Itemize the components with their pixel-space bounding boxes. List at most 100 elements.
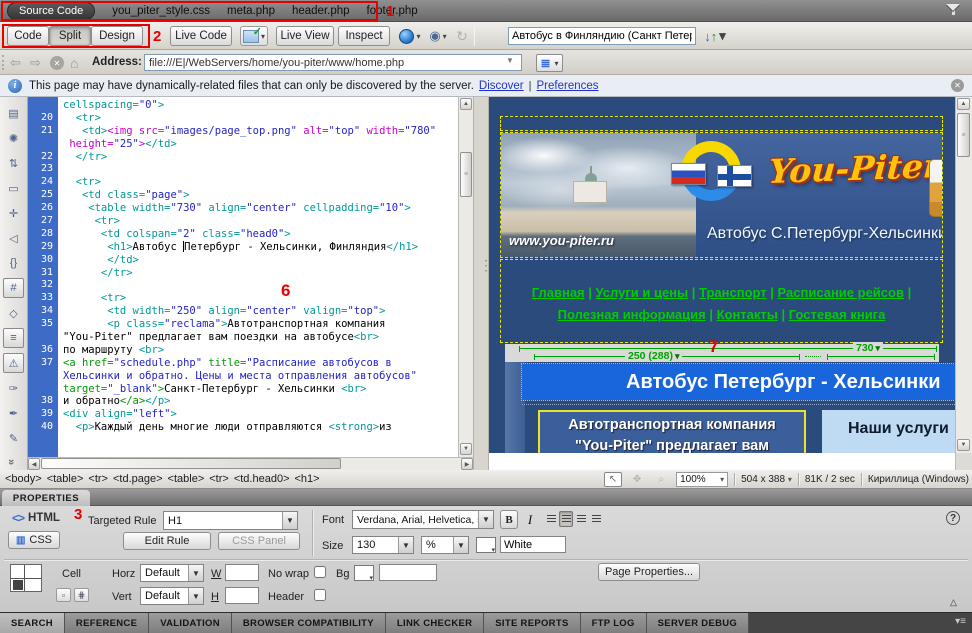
scroll-down-icon[interactable]: ▼ [957, 439, 970, 451]
magnification-dropdown[interactable]: 100%▾ [676, 472, 728, 487]
code-editor[interactable]: cellspacing="0">20 <tr>21 <td><img src="… [28, 99, 458, 455]
properties-tab[interactable]: PROPERTIES [2, 490, 90, 506]
window-size-dropdown[interactable]: 504 x 388 ▾ [741, 474, 792, 485]
code-hscroll-thumb[interactable] [41, 458, 341, 469]
scroll-up-icon[interactable]: ▲ [957, 98, 970, 110]
scroll-up-icon[interactable]: ▲ [460, 98, 472, 110]
code-navigator-icon[interactable]: ✺ [3, 128, 24, 148]
results-tab-reference[interactable]: REFERENCE [65, 613, 149, 633]
address-input[interactable] [144, 54, 522, 71]
tag-selector-item[interactable]: <table> [168, 473, 205, 485]
collapse-selection-icon[interactable]: ▭ [3, 178, 24, 198]
page-heading-banner[interactable]: Автобус Петербург - Хельсинки [522, 364, 955, 400]
align-justify-button[interactable] [589, 511, 603, 527]
site-nav-link[interactable]: Контакты [717, 307, 778, 322]
forward-arrow-icon[interactable]: ⇨ [30, 55, 41, 71]
size-unit-dropdown[interactable]: %▼ [421, 536, 469, 554]
source-code-tab[interactable]: Source Code [7, 2, 95, 20]
results-tab-ftp-log[interactable]: FTP LOG [581, 613, 647, 633]
scroll-down-icon[interactable]: ▼ [460, 443, 472, 455]
horz-dropdown[interactable]: Default▼ [140, 564, 204, 582]
show-more-icon[interactable]: » [5, 459, 17, 465]
results-tab-validation[interactable]: VALIDATION [149, 613, 232, 633]
visual-aids-button[interactable]: ▾ [426, 26, 450, 46]
hand-tool-button[interactable]: ✥ [628, 472, 646, 487]
tag-selector-item[interactable]: <h1> [295, 473, 320, 485]
services-header-box[interactable]: Наши услуги [822, 410, 955, 453]
inspect-button[interactable]: Inspect [338, 26, 390, 46]
code-horizontal-scrollbar[interactable]: ◀ ▶ [28, 457, 473, 470]
split-cell-button[interactable]: ⋕ [74, 588, 89, 602]
align-left-button[interactable] [544, 511, 558, 527]
results-tab-site-reports[interactable]: SITE REPORTS [484, 613, 580, 633]
header-checkbox[interactable] [314, 589, 326, 601]
back-arrow-icon[interactable]: ⇦ [10, 55, 21, 71]
align-right-button[interactable] [574, 511, 588, 527]
cell-height-input[interactable] [225, 587, 259, 604]
syntax-error-alerts-icon[interactable]: ⚠ [3, 353, 24, 373]
tag-selector-item[interactable]: <td.page> [113, 473, 163, 485]
text-color-swatch[interactable] [476, 537, 496, 553]
column-width-line-right[interactable] [827, 356, 935, 357]
site-header-image[interactable]: You-Piter Автобус С.Петербург-Хельсинки … [500, 132, 943, 258]
scroll-left-icon[interactable]: ◀ [28, 458, 40, 470]
related-file-tab[interactable]: footer.php [367, 5, 418, 17]
results-tab-search[interactable]: SEARCH [0, 613, 65, 633]
design-scroll-thumb[interactable]: ≡ [957, 113, 970, 157]
site-nav-link[interactable]: Расписание рейсов [778, 285, 904, 300]
apply-comment-icon[interactable]: ✑ [3, 378, 24, 398]
related-file-tab[interactable]: meta.php [227, 5, 275, 17]
site-nav-link[interactable]: Полезная информация [558, 307, 706, 322]
column-width-250-label[interactable]: 250 (288) [625, 350, 682, 362]
results-tab-browser-compatibility[interactable]: BROWSER COMPATIBILITY [232, 613, 386, 633]
edit-rule-button[interactable]: Edit Rule [123, 532, 211, 550]
bg-color-input[interactable] [379, 564, 437, 581]
remove-comment-icon[interactable]: ✒ [3, 403, 24, 423]
bg-color-swatch[interactable] [354, 565, 374, 581]
address-dropdown-icon[interactable]: ▼ [506, 56, 514, 65]
open-documents-icon[interactable]: ▤ [3, 103, 24, 123]
site-navigation-region[interactable]: Главная | Услуги и цены | Транспорт | Ра… [500, 259, 943, 343]
panel-menu-icon[interactable]: ▾≡ [955, 616, 966, 627]
highlight-invalid-code-icon[interactable]: ◇ [3, 303, 24, 323]
collapse-full-tag-icon[interactable]: ⇅ [3, 153, 24, 173]
code-view-button[interactable]: Code [7, 26, 49, 46]
table-width-730-label[interactable]: 730 [853, 342, 883, 354]
live-view-button[interactable]: Live View [276, 26, 334, 46]
preview-in-browser-button[interactable]: ▾ [398, 26, 422, 46]
targeted-rule-dropdown[interactable]: H1▼ [163, 511, 298, 530]
html-mode-button[interactable]: <>HTML [12, 511, 60, 525]
select-tool-button[interactable]: ↖ [604, 472, 622, 487]
text-color-input[interactable] [500, 536, 566, 553]
bold-button[interactable]: B [500, 510, 518, 529]
check-browser-compatibility-button[interactable]: ▾ [240, 26, 268, 46]
zoom-tool-button[interactable]: ⌕ [652, 472, 670, 487]
line-numbers-icon[interactable]: # [3, 278, 24, 298]
site-nav-link[interactable]: Транспорт [699, 285, 767, 300]
design-view-button[interactable]: Design [91, 26, 143, 46]
results-tab-server-debug[interactable]: SERVER DEBUG [647, 613, 749, 633]
preferences-link[interactable]: Preferences [537, 80, 599, 92]
site-nav-link[interactable]: Услуги и цены [596, 285, 689, 300]
vert-dropdown[interactable]: Default▼ [140, 587, 204, 605]
css-mode-button[interactable]: ▥CSS [8, 531, 60, 549]
stop-icon[interactable]: ✕ [50, 56, 64, 70]
related-file-tab[interactable]: you_piter_style.css [112, 5, 210, 17]
site-nav-link[interactable]: Главная [532, 285, 585, 300]
merge-cells-button[interactable]: ▫ [56, 588, 71, 602]
discover-link[interactable]: Discover [479, 80, 524, 92]
word-wrap-icon[interactable]: ≡ [3, 328, 24, 348]
table-width-bar[interactable]: 730 250 (288) [505, 344, 939, 362]
tag-selector-item[interactable]: <tr> [88, 473, 108, 485]
close-infobar-icon[interactable]: ✕ [951, 79, 964, 92]
align-center-button[interactable] [559, 511, 573, 527]
code-scroll-thumb[interactable]: ≡ [460, 152, 472, 197]
design-view[interactable]: You-Piter Автобус С.Петербург-Хельсинки … [489, 97, 955, 453]
promo-text-box[interactable]: Автотранспортная компания "You-Piter" пр… [538, 410, 806, 453]
no-wrap-checkbox[interactable] [314, 566, 326, 578]
expand-all-icon[interactable]: ✛ [3, 203, 24, 223]
css-panel-button[interactable]: CSS Panel [218, 532, 300, 550]
tag-selector-item[interactable]: <td.head0> [234, 473, 290, 485]
indent-code-icon[interactable]: ✎ [3, 428, 24, 448]
collapse-panel-icon[interactable]: △ [950, 597, 957, 608]
